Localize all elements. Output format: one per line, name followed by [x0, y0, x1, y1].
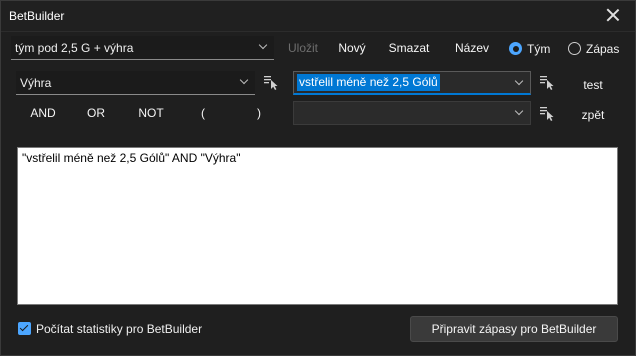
chevron-down-icon — [259, 42, 268, 51]
or-button[interactable]: OR — [81, 102, 111, 124]
not-button[interactable]: NOT — [133, 102, 169, 124]
second-condition-select[interactable] — [293, 101, 531, 125]
insert-pointer-icon[interactable] — [539, 105, 555, 121]
delete-button[interactable]: Smazat — [385, 37, 433, 59]
preset-value: tým pod 2,5 G + výhra — [15, 41, 134, 55]
open-paren-button[interactable]: ( — [195, 102, 211, 124]
stats-label[interactable]: Počítat statistiky pro BetBuilder — [36, 322, 202, 336]
category-select[interactable]: Výhra — [16, 71, 255, 95]
expression-text: "vstřelil méně než 2,5 Gólů" AND "Výhra" — [22, 151, 241, 165]
category-value: Výhra — [20, 76, 52, 90]
chevron-down-icon — [515, 78, 524, 87]
condition-value: vstřelil méně než 2,5 Gólů — [297, 74, 440, 91]
new-button[interactable]: Nový — [334, 37, 370, 59]
title-bar[interactable]: BetBuilder — [1, 1, 635, 31]
condition-select[interactable]: vstřelil méně než 2,5 Gólů — [293, 71, 531, 95]
name-button[interactable]: Název — [451, 37, 493, 59]
betbuilder-window: BetBuilder tým pod 2,5 G + výhra Uložit … — [0, 0, 636, 356]
insert-pointer-icon[interactable] — [539, 74, 555, 90]
prepare-matches-button[interactable]: Připravit zápasy pro BetBuilder — [410, 316, 618, 342]
and-button[interactable]: AND — [23, 102, 63, 124]
insert-pointer-icon[interactable] — [263, 74, 279, 90]
back-button[interactable]: zpět — [573, 104, 613, 126]
test-button[interactable]: test — [573, 74, 613, 96]
close-icon[interactable] — [605, 7, 621, 23]
radio-team-indicator — [509, 42, 522, 55]
save-button[interactable]: Uložit — [283, 37, 323, 59]
expression-textarea[interactable]: "vstřelil méně než 2,5 Gólů" AND "Výhra" — [17, 147, 618, 305]
radio-match[interactable]: Zápas — [568, 40, 624, 58]
preset-select[interactable]: tým pod 2,5 G + výhra — [11, 36, 274, 60]
stats-checkbox[interactable] — [18, 322, 31, 335]
window-title: BetBuilder — [9, 9, 65, 23]
title-separator — [1, 31, 635, 32]
close-paren-button[interactable]: ) — [251, 102, 267, 124]
chevron-down-icon — [515, 108, 524, 117]
chevron-down-icon — [240, 77, 249, 86]
radio-team-label: Tým — [527, 42, 551, 56]
radio-match-indicator — [568, 42, 581, 55]
radio-match-label: Zápas — [586, 42, 620, 56]
radio-team[interactable]: Tým — [509, 40, 555, 58]
